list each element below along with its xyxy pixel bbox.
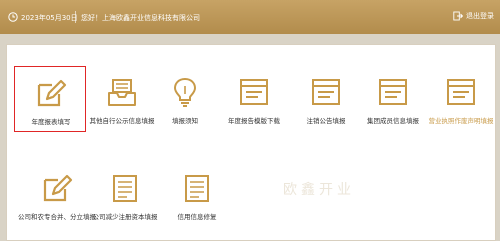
greeting-text: 您好！ xyxy=(81,14,102,22)
document-lines-icon xyxy=(113,175,137,202)
tile-label: 信用信息修复 xyxy=(177,213,217,221)
pencil-edit-icon xyxy=(43,174,73,202)
browser-window-icon xyxy=(379,79,407,105)
clock-icon xyxy=(8,12,18,22)
company-name: 上海欧鑫开业信息科技有限公司 xyxy=(102,14,200,22)
top-bar: 2023年05月30日 您好！ 上海欧鑫开业信息科技有限公司 退出登录 xyxy=(0,0,500,34)
logout-button[interactable]: 退出登录 xyxy=(453,11,494,21)
current-date: 2023年05月30日 xyxy=(21,14,78,22)
lightbulb-icon xyxy=(173,77,197,107)
service-panel: 欧鑫开业 年度报表填写 其他自行公示信息填报 填报须知 年度报告模版下载 注销公… xyxy=(6,44,496,241)
document-lines-icon xyxy=(185,175,209,202)
watermark: 欧鑫开业 xyxy=(283,182,355,198)
tile-license-void-statement[interactable]: 营业执照作废声明填报 xyxy=(425,66,497,132)
pencil-edit-icon xyxy=(37,79,67,107)
browser-window-icon xyxy=(240,79,268,105)
tile-label: 营业执照作废声明填报 xyxy=(428,117,494,125)
browser-window-icon xyxy=(312,79,340,105)
divider xyxy=(75,11,76,23)
logout-label: 退出登录 xyxy=(466,12,494,20)
logout-icon xyxy=(453,11,463,21)
browser-window-icon xyxy=(447,79,475,105)
inbox-tray-icon xyxy=(108,79,136,106)
tile-credit-repair[interactable]: 信用信息修复 xyxy=(161,162,233,228)
